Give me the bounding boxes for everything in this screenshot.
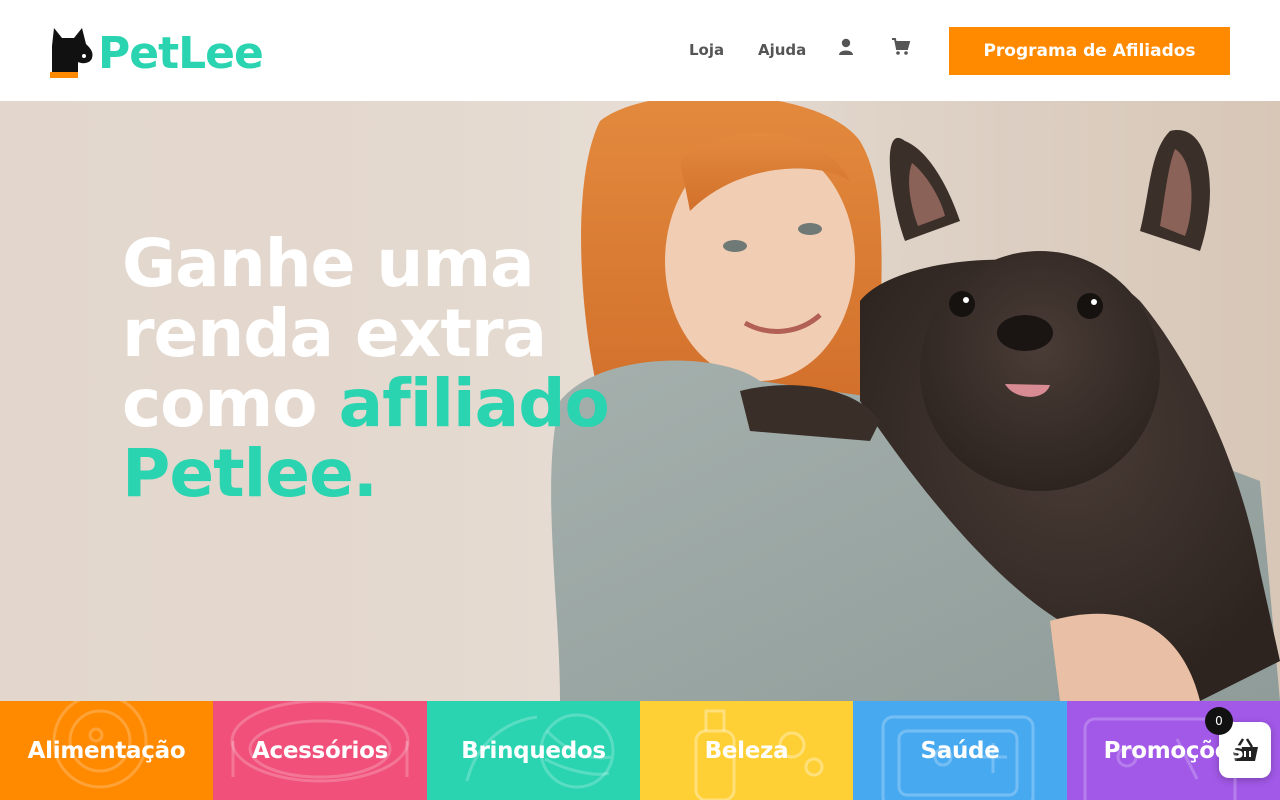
category-label: Beleza <box>704 737 789 764</box>
logo-wordmark: PetLee <box>98 27 264 79</box>
dog-logo-icon <box>48 24 94 80</box>
headline-line-1: Ganhe uma <box>122 225 535 302</box>
headline-line-2: renda extra <box>122 295 547 372</box>
cart-count-badge: 0 <box>1205 707 1233 735</box>
affiliate-program-button[interactable]: Programa de Afiliados <box>949 27 1230 75</box>
headline-line-3-plain: como <box>122 365 339 442</box>
category-promotions[interactable]: Promoções <box>1067 701 1280 800</box>
hero-headline: Ganhe uma renda extra como afiliado Petl… <box>122 229 682 509</box>
cart-icon[interactable] <box>892 38 911 58</box>
nav-link-help[interactable]: Ajuda <box>758 41 806 59</box>
category-label: Promoções <box>1103 737 1244 764</box>
category-toys[interactable]: Brinquedos <box>427 701 640 800</box>
category-health[interactable]: Saúde <box>853 701 1067 800</box>
category-label: Saúde <box>920 737 1000 764</box>
category-label: Alimentação <box>27 737 186 764</box>
category-accessories[interactable]: Acessórios <box>213 701 427 800</box>
category-beauty[interactable]: Beleza <box>640 701 853 800</box>
headline-line-3: como afiliado <box>122 369 682 439</box>
category-label: Acessórios <box>252 737 388 764</box>
category-food[interactable]: Alimentação <box>0 701 213 800</box>
user-icon[interactable] <box>838 38 856 58</box>
category-label: Brinquedos <box>461 737 606 764</box>
hero-banner: Ganhe uma renda extra como afiliado Petl… <box>0 101 1280 701</box>
headline-accent-brand: Petlee. <box>122 435 378 512</box>
category-strip: Alimentação Acessórios Brinquedos Beleza… <box>0 701 1280 800</box>
headline-accent-affiliate: afiliado <box>338 365 610 442</box>
nav-link-shop[interactable]: Loja <box>689 41 724 59</box>
petlee-logo[interactable]: PetLee <box>48 22 268 82</box>
site-header: PetLee Loja Ajuda Programa de Afiliados <box>0 0 1280 101</box>
